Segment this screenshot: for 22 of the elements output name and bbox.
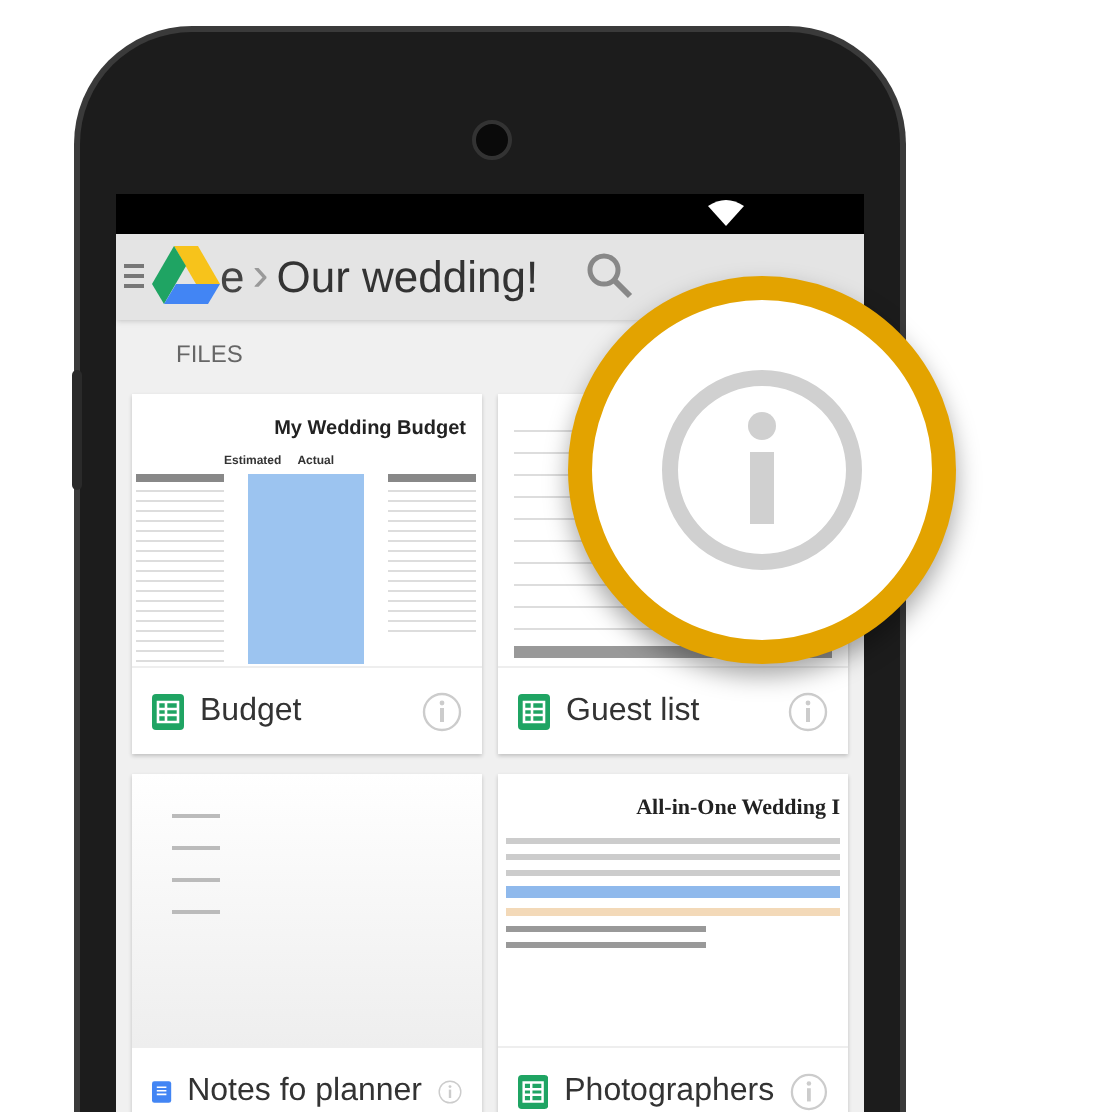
- document-preview: All-in-One Wedding I: [498, 774, 848, 1046]
- drive-logo-icon: [152, 246, 220, 307]
- file-name: Budget: [200, 691, 302, 731]
- file-card[interactable]: Notes fo planner: [132, 774, 482, 1112]
- section-label: FILES: [176, 338, 245, 372]
- folder-title: Our wedding!: [276, 249, 539, 306]
- file-card[interactable]: All-in-One Wedding I Photographers: [498, 774, 848, 1112]
- search-icon[interactable]: [586, 252, 635, 301]
- info-icon[interactable]: [790, 1071, 828, 1111]
- wifi-icon: [708, 199, 744, 228]
- info-icon[interactable]: [422, 691, 462, 731]
- spreadsheet-icon: [518, 693, 550, 729]
- file-name: Photographers: [564, 1071, 775, 1111]
- menu-icon[interactable]: [124, 262, 144, 291]
- info-icon: [660, 368, 864, 572]
- file-name: Notes fo planner: [187, 1071, 422, 1111]
- info-icon[interactable]: [788, 691, 828, 731]
- breadcrumb-text[interactable]: e: [220, 243, 245, 310]
- breadcrumb-separator: ›: [252, 246, 269, 307]
- spreadsheet-icon: [518, 1073, 549, 1109]
- file-name: Guest list: [566, 691, 700, 731]
- spreadsheet-icon: [152, 693, 184, 729]
